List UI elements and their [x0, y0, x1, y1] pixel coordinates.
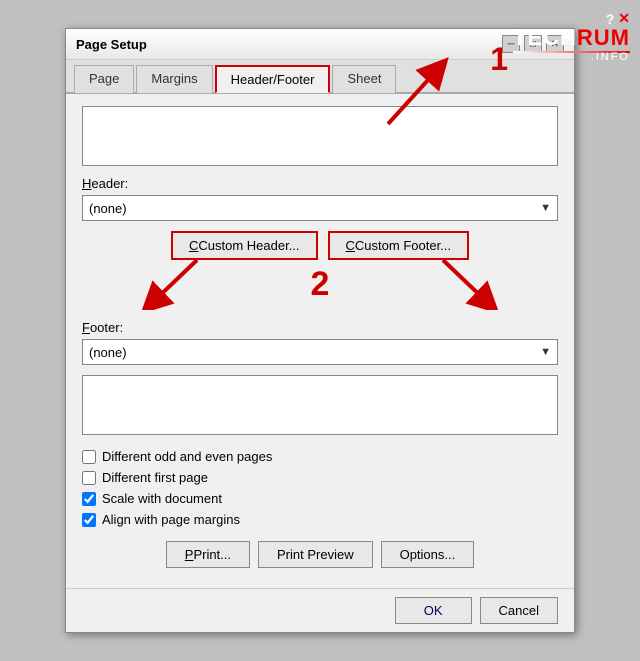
- cancel-button[interactable]: Cancel: [480, 597, 558, 624]
- header-dropdown[interactable]: (none) ▼: [82, 195, 558, 221]
- header-dropdown-arrow-icon: ▼: [540, 202, 551, 214]
- footer-dropdown-value: (none): [89, 345, 127, 360]
- checkbox-align: Align with page margins: [82, 512, 558, 527]
- annotation-number-2: 2: [311, 265, 330, 304]
- arrow-right-down: [428, 255, 498, 313]
- tab-page[interactable]: Page: [74, 65, 134, 93]
- footer-label: Footer:: [82, 320, 558, 335]
- footer-dropdown[interactable]: (none) ▼: [82, 339, 558, 365]
- header-preview: [82, 106, 558, 166]
- footer-preview: [82, 375, 558, 435]
- annotation-number-1: 1: [490, 41, 508, 78]
- print-button[interactable]: PPrint...: [166, 541, 250, 568]
- tab-margins[interactable]: Margins: [136, 65, 212, 93]
- options-button[interactable]: Options...: [381, 541, 475, 568]
- header-dropdown-value: (none): [89, 201, 127, 216]
- dialog-title: Page Setup: [76, 37, 147, 52]
- watermark-rum: RUM: [577, 27, 630, 49]
- align-checkbox[interactable]: [82, 513, 96, 527]
- arrow-1-annotation: [368, 54, 458, 137]
- arrow-left-down: [142, 255, 212, 313]
- bottom-buttons: PPrint... Print Preview Options...: [82, 541, 558, 568]
- first-page-label: Different first page: [102, 470, 208, 485]
- align-label: Align with page margins: [102, 512, 240, 527]
- odd-even-checkbox[interactable]: [82, 450, 96, 464]
- checkbox-odd-even: Different odd and even pages: [82, 449, 558, 464]
- checkbox-first-page: Different first page: [82, 470, 558, 485]
- ok-button[interactable]: OK: [395, 597, 472, 624]
- watermark-info: .INFO: [591, 51, 630, 63]
- odd-even-label: Different odd and even pages: [102, 449, 272, 464]
- dialog-content: 1 Header: (none) ▼ CCustom Header... CCu…: [66, 94, 574, 588]
- first-page-checkbox[interactable]: [82, 471, 96, 485]
- annotation-2-area: 2: [82, 255, 558, 315]
- header-label: Header:: [82, 176, 558, 191]
- scale-label: Scale with document: [102, 491, 222, 506]
- scale-checkbox[interactable]: [82, 492, 96, 506]
- footer-dropdown-arrow-icon: ▼: [540, 346, 551, 358]
- print-preview-button[interactable]: Print Preview: [258, 541, 373, 568]
- watermark: ? ✕ TECH RUM .INFO: [513, 10, 630, 63]
- page-setup-dialog: Page Setup ─ □ ✕ Page Margins Header/Foo…: [65, 28, 575, 633]
- ok-cancel-row: OK Cancel: [66, 588, 574, 632]
- checkbox-scale: Scale with document: [82, 491, 558, 506]
- watermark-tech: TECH: [513, 27, 577, 49]
- tab-header-footer[interactable]: Header/Footer: [215, 65, 331, 93]
